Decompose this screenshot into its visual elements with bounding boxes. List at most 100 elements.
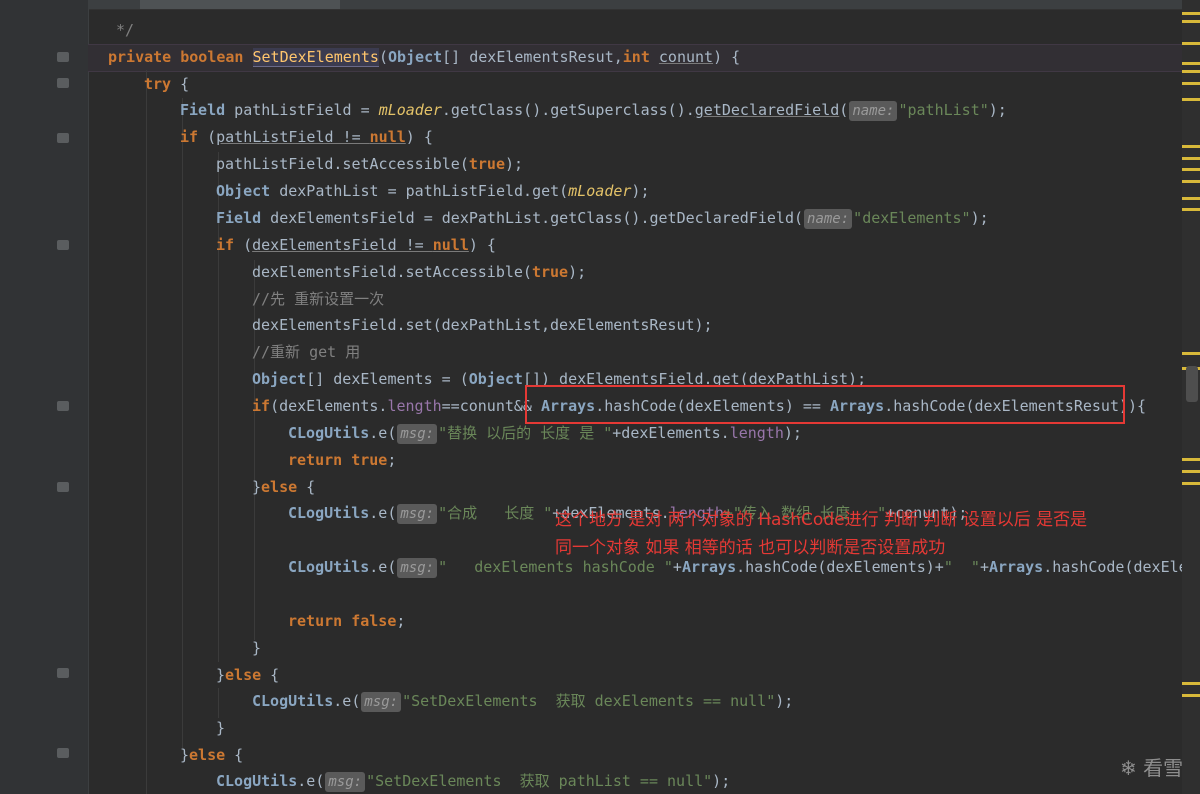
code-text: (	[378, 48, 388, 66]
code-line[interactable]: Object dexPathList = pathListField.get(m…	[216, 179, 649, 203]
type-name: CLogUtils	[288, 424, 370, 442]
code-line[interactable]: return true;	[288, 448, 396, 472]
code-line[interactable]: return false;	[288, 609, 405, 633]
warning-marker[interactable]	[1182, 682, 1200, 685]
string-literal: "SetDexElements 获取 dexElements == null"	[402, 692, 776, 710]
warning-marker[interactable]	[1182, 470, 1200, 473]
code-text: );	[988, 101, 1007, 119]
code-text: );	[712, 772, 731, 790]
code-text: .e(	[297, 772, 325, 790]
warning-marker[interactable]	[1182, 482, 1200, 485]
code-line[interactable]: Field dexElementsField = dexPathList.get…	[216, 206, 989, 230]
warning-marker[interactable]	[1182, 70, 1200, 73]
fold-marker-icon[interactable]	[57, 52, 69, 62]
code-text: (dexElements.	[270, 397, 388, 415]
code-text: +dexElements.	[612, 424, 730, 442]
type-name: Object	[387, 48, 443, 66]
code-text: dexElementsField.setAccessible(	[252, 263, 532, 281]
warning-marker[interactable]	[1182, 42, 1200, 45]
code-text: pathListField =	[225, 101, 379, 119]
type-name: Field	[216, 209, 262, 227]
field-name: mLoader	[378, 101, 442, 119]
fold-marker-icon[interactable]	[57, 482, 69, 492]
warning-marker[interactable]	[1182, 168, 1200, 171]
code-line[interactable]: }else {	[216, 663, 279, 687]
string-literal: "dexElements"	[853, 209, 971, 227]
code-text: pathListField.setAccessible(	[216, 155, 469, 173]
warning-marker[interactable]	[1182, 98, 1200, 101]
indent-guide	[218, 688, 219, 718]
code-line[interactable]: */	[116, 18, 134, 42]
fold-marker-icon[interactable]	[57, 401, 69, 411]
warning-marker[interactable]	[1182, 180, 1200, 183]
keyword: int	[622, 48, 650, 66]
warning-marker[interactable]	[1182, 20, 1200, 23]
warning-marker[interactable]	[1182, 458, 1200, 461]
code-comment[interactable]: //先 重新设置一次	[252, 287, 384, 311]
code-text: {	[722, 48, 741, 66]
annotation-text: 这个地方 是对 两个对象的 HashCode进行 判断 判断 设置以后 是否是 …	[555, 506, 1195, 562]
param-hint: msg:	[325, 772, 366, 792]
type-name: CLogUtils	[288, 504, 370, 522]
code-line[interactable]: CLogUtils.e(msg: "SetDexElements 获取 pathL…	[216, 769, 730, 793]
code-line[interactable]: Field pathListField = mLoader.getClass()…	[180, 98, 1007, 122]
fold-marker-icon[interactable]	[57, 240, 69, 250]
code-text: }	[252, 478, 262, 496]
code-text: dexElementsField !=	[252, 236, 433, 254]
code-line[interactable]: if (dexElementsField != null) {	[216, 233, 496, 257]
warning-marker[interactable]	[1182, 197, 1200, 200]
param-hint: msg:	[397, 558, 438, 578]
code-line[interactable]: try {	[144, 72, 189, 96]
warning-marker[interactable]	[1182, 82, 1200, 85]
code-text: pathListField !=	[216, 128, 370, 146]
code-text: .e(	[333, 692, 361, 710]
warning-marker[interactable]	[1182, 62, 1200, 65]
warning-marker[interactable]	[1182, 694, 1200, 697]
editor-tab[interactable]	[140, 0, 340, 9]
fold-marker-icon[interactable]	[57, 668, 69, 678]
code-line[interactable]: if (pathListField != null) {	[180, 125, 433, 149]
keyword: try	[144, 75, 172, 93]
param-hint: name:	[804, 209, 853, 229]
type-name: Object	[468, 370, 523, 388]
editor-scrollbar[interactable]	[1182, 0, 1200, 794]
code-line[interactable]: dexElementsField.set(dexPathList,dexElem…	[252, 313, 713, 337]
warning-marker[interactable]	[1182, 208, 1200, 211]
code-line-method-signature[interactable]: private boolean SetDexElements(Object[] …	[108, 45, 740, 69]
code-line[interactable]: }	[252, 636, 261, 660]
param-name: conunt	[658, 48, 714, 66]
indent-guide	[182, 98, 183, 748]
warning-marker[interactable]	[1182, 157, 1200, 160]
code-line[interactable]: }else {	[180, 743, 243, 767]
code-line[interactable]: }else {	[252, 475, 315, 499]
fold-marker-icon[interactable]	[57, 748, 69, 758]
code-text: }	[216, 666, 226, 684]
code-text: ;	[396, 612, 406, 630]
code-text: )	[713, 48, 723, 66]
string-literal: "pathList"	[898, 101, 989, 119]
param-hint: msg:	[361, 692, 402, 712]
code-text: );	[783, 424, 802, 442]
code-comment[interactable]: //重新 get 用	[252, 340, 360, 364]
code-line[interactable]: }	[216, 716, 225, 740]
keyword: null	[432, 236, 469, 254]
fold-marker-icon[interactable]	[57, 133, 69, 143]
code-text: {	[225, 746, 244, 764]
code-text: );	[970, 209, 989, 227]
fold-marker-icon[interactable]	[57, 78, 69, 88]
param-hint: msg:	[397, 424, 438, 444]
code-line[interactable]: pathListField.setAccessible(true);	[216, 152, 523, 176]
code-text: );	[505, 155, 524, 173]
warning-marker[interactable]	[1182, 145, 1200, 148]
scrollbar-thumb[interactable]	[1186, 366, 1198, 402]
code-line[interactable]: dexElementsField.setAccessible(true);	[252, 260, 586, 284]
keyword: false	[351, 612, 397, 630]
code-line[interactable]: CLogUtils.e(msg: "SetDexElements 获取 dexEl…	[252, 689, 793, 713]
indent-guide	[146, 70, 147, 794]
method-name: SetDexElements	[252, 48, 379, 67]
code-line[interactable]: CLogUtils.e(msg: "替换 以后的 长度 是 "+dexElemen…	[288, 421, 802, 445]
code-text: dexPathList = pathListField.get(	[270, 182, 569, 200]
warning-marker[interactable]	[1182, 352, 1200, 355]
keyword: else	[189, 746, 226, 764]
warning-marker[interactable]	[1182, 12, 1200, 15]
